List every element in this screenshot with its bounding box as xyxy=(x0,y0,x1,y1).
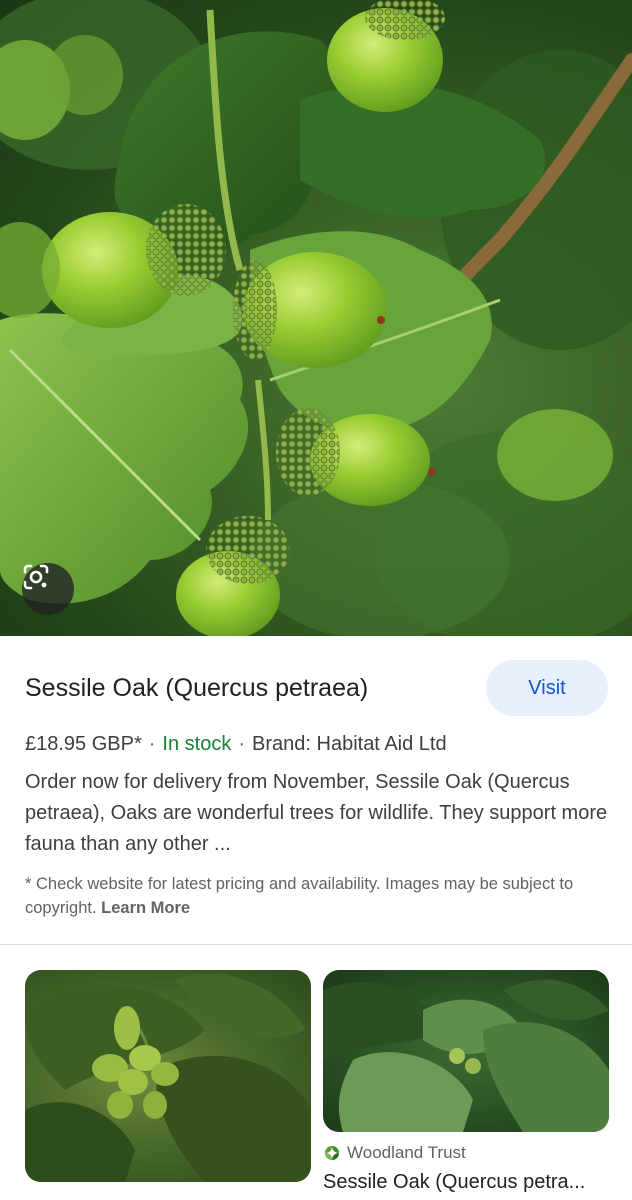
google-lens-button[interactable] xyxy=(22,563,74,615)
brand: Brand: Habitat Aid Ltd xyxy=(252,733,447,755)
woodland-trust-logo-icon xyxy=(325,1146,339,1160)
card-source[interactable]: Woodland Trust xyxy=(323,1142,466,1164)
google-lens-icon xyxy=(23,564,49,590)
image-result-page: Sessile Oak (Quercus petraea) Visit £18.… xyxy=(0,0,632,1200)
related-image-card[interactable] xyxy=(323,970,609,1132)
separator: · xyxy=(238,733,246,755)
pricing-disclaimer: * Check website for latest pricing and a… xyxy=(25,872,585,920)
divider xyxy=(0,944,632,945)
stock-status: In stock xyxy=(162,733,232,755)
oak-leaves-photo xyxy=(323,979,609,1132)
product-description: Order now for delivery from November, Se… xyxy=(25,771,608,855)
card-title[interactable]: Sessile Oak (Quercus petra... xyxy=(323,1168,613,1196)
visit-button[interactable]: Visit xyxy=(486,660,608,716)
hero-image-oak-acorns[interactable] xyxy=(0,0,632,636)
learn-more-link[interactable]: Learn More xyxy=(101,899,190,917)
source-name: Woodland Trust xyxy=(347,1143,466,1162)
product-meta: £18.95 GBP* · In stock · Brand: Habitat Aid … xyxy=(25,730,615,758)
acorn-photo xyxy=(25,973,311,1182)
separator: · xyxy=(148,733,156,755)
acorn-illustration xyxy=(0,0,632,636)
price: £18.95 GBP* xyxy=(25,733,142,755)
product-title: Sessile Oak (Quercus petraea) xyxy=(25,674,369,702)
related-image-card[interactable] xyxy=(25,970,311,1182)
